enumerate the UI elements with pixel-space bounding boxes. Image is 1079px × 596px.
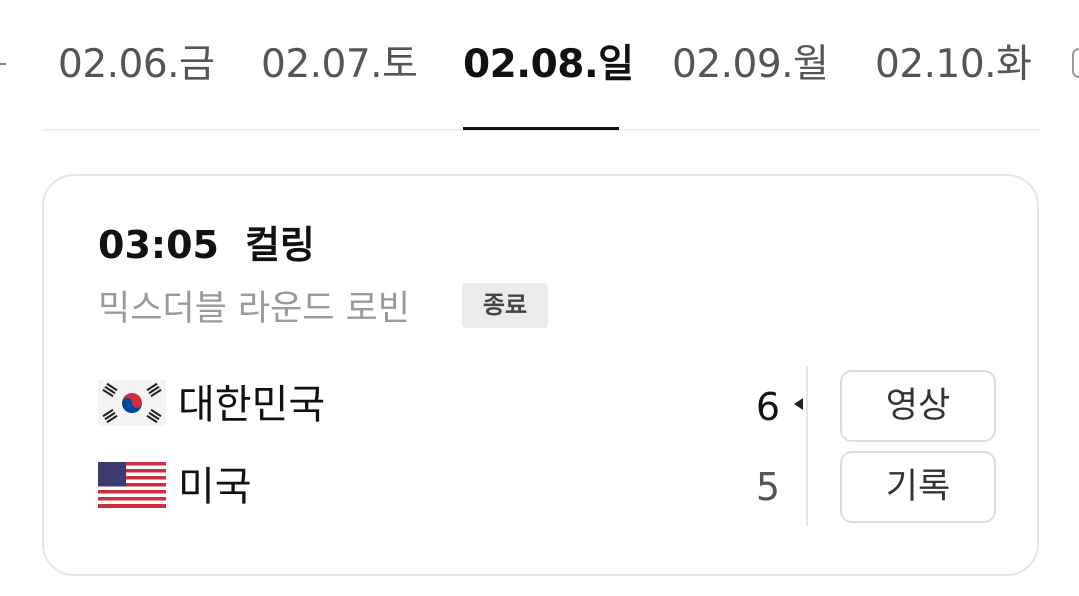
- tab-date-0210[interactable]: 02.10.화: [875, 40, 1032, 90]
- status-badge: 종료: [462, 283, 548, 328]
- match-sport: 컬링: [244, 223, 315, 267]
- match-event: 믹스더블 라운드 로빈: [98, 289, 411, 329]
- next-date-partial[interactable]: [1072, 48, 1079, 78]
- record-button[interactable]: 기록: [840, 451, 996, 523]
- score-korea: 6: [755, 385, 780, 429]
- date-tabs: 02.06.금 02.07.토 02.08.일 02.09.월 02.10.화: [0, 0, 1079, 131]
- korea-flag-icon: [98, 380, 166, 426]
- tab-date-0208[interactable]: 02.08.일: [463, 40, 634, 90]
- video-button[interactable]: 영상: [840, 370, 996, 442]
- score-divider: [806, 366, 808, 526]
- score-usa: 5: [755, 465, 780, 509]
- winner-arrow-icon: [794, 398, 803, 410]
- tab-date-0206[interactable]: 02.06.금: [58, 40, 215, 90]
- tab-date-0207[interactable]: 02.07.토: [261, 40, 418, 90]
- match-time: 03:05: [98, 223, 219, 267]
- usa-flag-icon: [98, 462, 166, 508]
- tab-date-0209[interactable]: 02.09.월: [672, 40, 829, 90]
- active-tab-indicator: [463, 127, 619, 130]
- prev-date-partial[interactable]: [0, 63, 6, 65]
- match-card: 03:05 컬링 믹스더블 라운드 로빈 종료 대한민국 6 미국 5 영상 기…: [42, 174, 1039, 576]
- match-header: 03:05 컬링: [98, 214, 315, 269]
- team-name-usa: 미국: [178, 464, 252, 510]
- team-name-korea: 대한민국: [178, 382, 326, 428]
